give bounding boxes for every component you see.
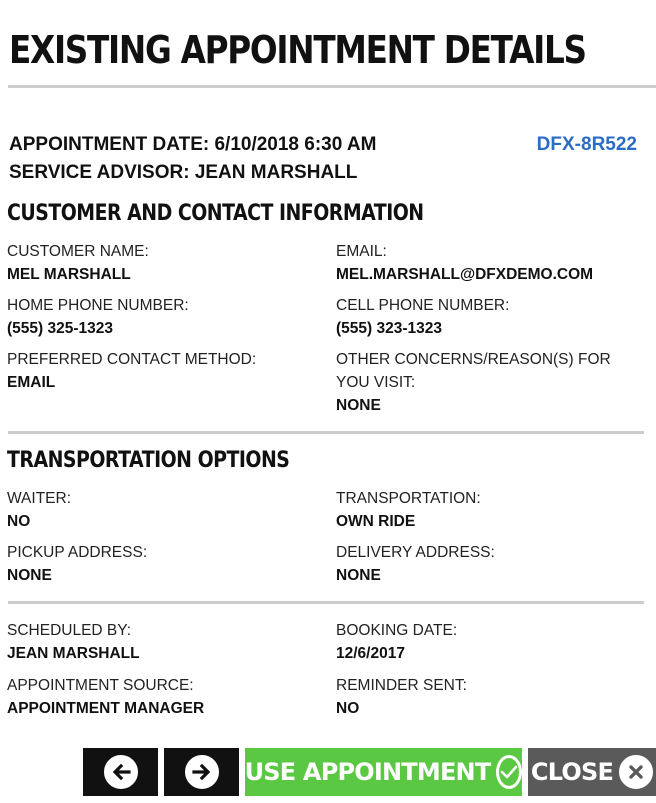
reminder-sent-label: REMINDER SENT: [336,677,467,694]
customer-section-heading: CUSTOMER AND CONTACT INFORMATION [7,201,424,226]
transportation-section-heading: TRANSPORTATION OPTIONS [7,448,290,473]
waiter-label: WAITER: [7,490,72,507]
appointment-id: DFX-8R522 [536,134,637,155]
email-label: EMAIL: [336,243,387,260]
appointment-date: APPOINTMENT DATE: 6/10/2018 6:30 AM [9,134,377,155]
booking-date-label: BOOKING DATE: [336,622,458,639]
pickup-address-label: PICKUP ADDRESS: [7,544,148,561]
close-button[interactable]: CLOSE [528,748,656,796]
scheduled-by-value: JEAN MARSHALL [7,645,140,662]
email-value: MEL.MARSHALL@DFXDEMO.COM [336,266,594,283]
use-appointment-button[interactable]: USE APPOINTMENT [244,748,523,796]
service-advisor: SERVICE ADVISOR: JEAN MARSHALL [9,162,358,183]
transportation-value: OWN RIDE [336,513,416,530]
contact-method-value: EMAIL [7,374,56,391]
pickup-address-value: NONE [7,567,52,584]
reminder-sent-value: NO [336,700,360,717]
cell-phone-label: CELL PHONE NUMBER: [336,297,510,314]
cell-phone-value: (555) 323-1323 [336,320,442,337]
next-button[interactable] [164,748,239,796]
arrow-left-icon [103,755,138,789]
customer-name-value: MEL MARSHALL [7,266,131,283]
booking-date-value: 12/6/2017 [336,645,405,662]
previous-button[interactable] [83,748,158,796]
appointment-source-label: APPOINTMENT SOURCE: [7,677,194,694]
delivery-address-value: NONE [336,567,381,584]
delivery-address-label: DELIVERY ADDRESS: [336,544,495,561]
transportation-section-divider [8,601,644,604]
concerns-value: NONE [336,397,381,414]
use-appointment-label: USE APPOINTMENT [244,758,492,786]
concerns-label: OTHER CONCERNS/REASON(S) FOR YOU VISIT: [336,351,611,391]
home-phone-value: (555) 325-1323 [7,320,113,337]
scheduled-by-label: SCHEDULED BY: [7,622,132,639]
waiter-value: NO [7,513,31,530]
appointment-source-value: APPOINTMENT MANAGER [7,700,205,717]
checkmark-icon [496,755,523,789]
close-icon [619,755,654,789]
home-phone-label: HOME PHONE NUMBER: [7,297,189,314]
transportation-label: TRANSPORTATION: [336,490,481,507]
customer-name-label: CUSTOMER NAME: [7,243,149,260]
contact-method-label: PREFERRED CONTACT METHOD: [7,351,257,368]
arrow-right-icon [184,755,219,789]
close-label: CLOSE [530,758,614,786]
customer-section-divider [8,431,644,434]
title-divider [8,85,656,88]
page-title: EXISTING APPOINTMENT DETAILS [9,28,587,72]
